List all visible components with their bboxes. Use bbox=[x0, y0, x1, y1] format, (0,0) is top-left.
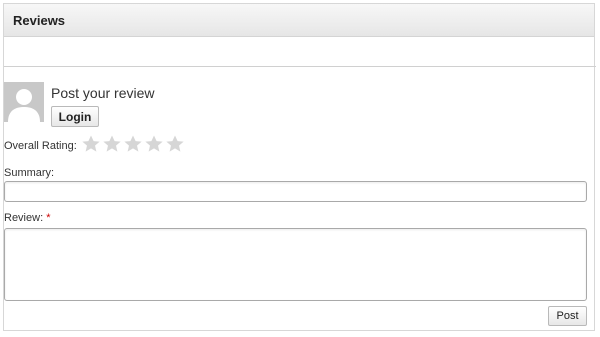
required-marker: * bbox=[46, 212, 51, 224]
panel-header: Reviews bbox=[4, 4, 594, 37]
review-label-text: Review: bbox=[4, 212, 44, 224]
summary-input[interactable] bbox=[4, 181, 587, 202]
default-user-avatar-icon bbox=[4, 82, 44, 122]
star-icon[interactable] bbox=[102, 134, 122, 154]
panel-title: Reviews bbox=[13, 13, 66, 28]
star-rating[interactable] bbox=[81, 134, 186, 154]
summary-label: Summary: bbox=[4, 167, 55, 179]
star-icon[interactable] bbox=[81, 134, 101, 154]
star-icon[interactable] bbox=[123, 134, 143, 154]
login-button[interactable]: Login bbox=[51, 106, 99, 127]
post-review-heading: Post your review bbox=[51, 85, 155, 101]
post-button[interactable]: Post bbox=[548, 306, 587, 326]
overall-rating-label: Overall Rating: bbox=[4, 140, 77, 152]
review-textarea[interactable] bbox=[4, 228, 587, 301]
star-icon[interactable] bbox=[165, 134, 185, 154]
divider bbox=[4, 66, 596, 67]
star-icon[interactable] bbox=[144, 134, 164, 154]
review-label: Review: * bbox=[4, 212, 50, 224]
